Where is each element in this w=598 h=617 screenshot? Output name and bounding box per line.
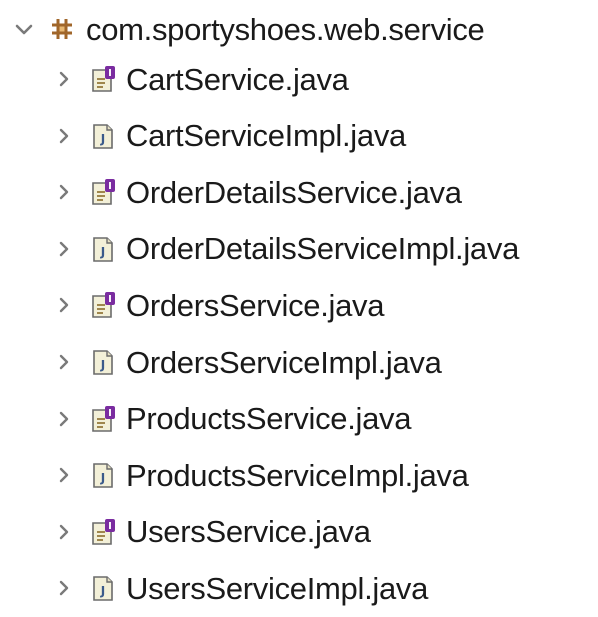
- svg-text:J: J: [100, 471, 105, 485]
- chevron-right-icon[interactable]: [52, 237, 76, 261]
- svg-text:I: I: [108, 294, 112, 305]
- svg-text:I: I: [108, 408, 112, 419]
- chevron-right-icon[interactable]: [52, 293, 76, 317]
- svg-text:I: I: [108, 181, 112, 192]
- chevron-right-icon[interactable]: [52, 350, 76, 374]
- package-label: com.sportyshoes.web.service: [86, 11, 485, 47]
- file-row[interactable]: J CartServiceImpl.java: [52, 107, 406, 165]
- java-interface-icon: I: [90, 518, 116, 546]
- file-row[interactable]: I OrderDetailsService.java: [52, 163, 462, 221]
- java-class-icon: J: [90, 122, 116, 150]
- java-interface-icon: I: [90, 178, 116, 206]
- java-class-icon: J: [90, 574, 116, 602]
- file-row[interactable]: I UsersService.java: [52, 503, 371, 561]
- file-row[interactable]: J ProductsServiceImpl.java: [52, 446, 469, 504]
- svg-text:J: J: [100, 245, 105, 259]
- chevron-right-icon[interactable]: [52, 576, 76, 600]
- file-row[interactable]: I CartService.java: [52, 50, 349, 108]
- file-label: UsersService.java: [126, 514, 371, 550]
- java-interface-icon: I: [90, 405, 116, 433]
- chevron-right-icon[interactable]: [52, 407, 76, 431]
- file-label: ProductsServiceImpl.java: [126, 457, 469, 493]
- file-label: OrderDetailsServiceImpl.java: [126, 231, 520, 267]
- file-label: UsersServiceImpl.java: [126, 570, 429, 606]
- file-row[interactable]: I OrdersService.java: [52, 276, 385, 334]
- java-interface-icon: I: [90, 291, 116, 319]
- package-icon: [50, 15, 74, 43]
- chevron-right-icon[interactable]: [52, 124, 76, 148]
- chevron-right-icon[interactable]: [52, 180, 76, 204]
- svg-text:J: J: [100, 358, 105, 372]
- svg-text:I: I: [108, 521, 112, 532]
- file-row[interactable]: J OrdersServiceImpl.java: [52, 333, 442, 391]
- file-row[interactable]: I ProductsService.java: [52, 390, 411, 448]
- java-interface-icon: I: [90, 65, 116, 93]
- svg-text:J: J: [100, 584, 105, 598]
- java-class-icon: J: [90, 348, 116, 376]
- file-row[interactable]: J OrderDetailsServiceImpl.java: [52, 220, 519, 278]
- file-row[interactable]: J UsersServiceImpl.java: [52, 559, 428, 617]
- chevron-right-icon[interactable]: [52, 67, 76, 91]
- file-label: CartServiceImpl.java: [126, 118, 406, 154]
- chevron-right-icon[interactable]: [52, 520, 76, 544]
- svg-text:I: I: [108, 68, 112, 79]
- file-label: CartService.java: [126, 61, 349, 97]
- chevron-right-icon[interactable]: [52, 463, 76, 487]
- java-class-icon: J: [90, 461, 116, 489]
- chevron-down-icon[interactable]: [12, 17, 36, 41]
- file-label: ProductsService.java: [126, 401, 412, 437]
- svg-text:J: J: [100, 132, 105, 146]
- file-label: OrderDetailsService.java: [126, 174, 462, 210]
- file-label: OrdersService.java: [126, 287, 385, 323]
- java-class-icon: J: [90, 235, 116, 263]
- file-label: OrdersServiceImpl.java: [126, 344, 442, 380]
